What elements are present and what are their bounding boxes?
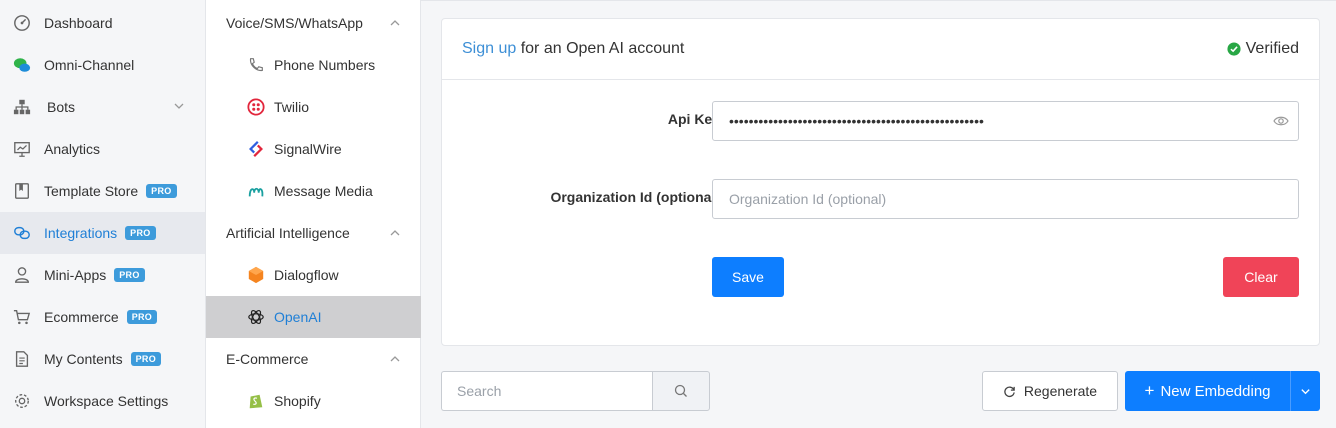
chevron-down-icon [1301, 388, 1310, 394]
twilio-logo-icon [246, 97, 266, 117]
chevron-up-icon [390, 356, 400, 362]
sidebar-item-integrations[interactable]: Integrations PRO [0, 212, 205, 254]
sidebar-item-label: Bots [47, 99, 76, 115]
openai-logo-icon [246, 307, 266, 327]
group-voice-sms-whatsapp[interactable]: Voice/SMS/WhatsApp [206, 2, 421, 44]
new-embedding-label: New Embedding [1160, 382, 1271, 400]
plus-icon: + [1144, 381, 1155, 400]
sidebar-item-label: My Contents [44, 351, 123, 367]
group-label: E-Commerce [226, 351, 309, 367]
clear-button[interactable]: Clear [1223, 257, 1299, 297]
phone-icon [246, 55, 266, 75]
subnav-item-message-media[interactable]: Message Media [206, 170, 421, 212]
check-circle-icon [1227, 42, 1241, 56]
search-button[interactable] [652, 371, 710, 411]
search-input[interactable] [441, 371, 653, 411]
subnav-item-phone-numbers[interactable]: Phone Numbers [206, 44, 421, 86]
sign-up-link[interactable]: Sign up [462, 40, 516, 57]
sidebar-item-label: Mini-Apps [44, 267, 107, 283]
sidebar-item-bots[interactable]: Bots [0, 86, 205, 128]
pro-badge: PRO [125, 226, 156, 240]
dialogflow-logo-icon [246, 265, 266, 285]
subnav-item-label: Shopify [274, 393, 321, 409]
dashboard-icon [12, 13, 32, 33]
group-label: Voice/SMS/WhatsApp [226, 15, 363, 31]
subnav-item-label: SignalWire [274, 141, 342, 157]
openai-settings-card: Sign up for an Open AI account Verified … [441, 18, 1320, 346]
search-group [441, 371, 710, 411]
shopify-logo-icon [246, 391, 266, 411]
main-sidebar: Dashboard Omni-Channel Bots Analytics Te… [0, 0, 206, 428]
pro-badge: PRO [126, 310, 158, 324]
chevron-down-icon [174, 103, 184, 109]
refresh-icon [1004, 385, 1015, 397]
group-label: Artificial Intelligence [226, 225, 350, 241]
api-key-input[interactable] [712, 101, 1299, 141]
subnav-item-label: Twilio [274, 99, 310, 115]
organization-id-input[interactable] [712, 179, 1299, 219]
sidebar-item-analytics[interactable]: Analytics [0, 128, 205, 170]
new-embedding-dropdown-toggle[interactable] [1291, 371, 1320, 411]
cart-icon [12, 307, 32, 327]
verified-label: Verified [1245, 40, 1299, 57]
main-content: Sign up for an Open AI account Verified … [421, 0, 1336, 428]
presentation-chart-icon [12, 139, 32, 159]
sidebar-item-label: Dashboard [44, 15, 113, 31]
card-title: Sign up for an Open AI account [462, 40, 684, 58]
sidebar-item-label: Ecommerce [44, 309, 119, 325]
subnav-item-openai[interactable]: OpenAI [206, 296, 421, 338]
group-e-commerce[interactable]: E-Commerce [206, 338, 421, 380]
top-divider [421, 0, 1336, 1]
search-icon [674, 384, 687, 397]
subnav-item-label: OpenAI [274, 309, 322, 325]
chevron-up-icon [390, 230, 400, 236]
integrations-subnav: Voice/SMS/WhatsApp Phone Numbers Twilio … [206, 0, 421, 428]
sidebar-item-label: Analytics [44, 141, 101, 157]
gear-icon [12, 391, 32, 411]
organization-id-label: Organization Id (optional) [550, 189, 720, 205]
subnav-item-label: Message Media [274, 183, 373, 199]
subnav-item-shopify[interactable]: Shopify [206, 380, 421, 422]
signalwire-logo-icon [246, 139, 266, 159]
new-embedding-button[interactable]: + New Embedding [1125, 371, 1291, 411]
sidebar-item-label: Workspace Settings [44, 393, 169, 409]
chevron-up-icon [390, 20, 400, 26]
org-chart-icon [12, 97, 32, 117]
pro-badge: PRO [114, 268, 145, 282]
save-button[interactable]: Save [712, 257, 784, 297]
subnav-item-twilio[interactable]: Twilio [206, 86, 421, 128]
subnav-item-label: Phone Numbers [274, 57, 376, 73]
link-icon [12, 223, 32, 243]
eye-icon[interactable] [1273, 113, 1289, 129]
verified-status: Verified [1227, 40, 1299, 58]
subnav-item-label: Dialogflow [274, 267, 339, 283]
chat-bubbles-icon [12, 55, 32, 75]
new-embedding-split-button: + New Embedding [1125, 371, 1320, 411]
sidebar-item-label: Omni-Channel [44, 57, 135, 73]
card-header: Sign up for an Open AI account Verified [442, 19, 1319, 80]
sidebar-item-workspace-settings[interactable]: Workspace Settings [0, 380, 205, 422]
sidebar-item-template-store[interactable]: Template Store PRO [0, 170, 205, 212]
pro-badge: PRO [130, 352, 161, 366]
document-icon [12, 349, 32, 369]
sidebar-item-ecommerce[interactable]: Ecommerce PRO [0, 296, 205, 338]
sidebar-item-label: Template Store [44, 183, 139, 199]
subnav-item-signalwire[interactable]: SignalWire [206, 128, 421, 170]
user-icon [12, 265, 32, 285]
sidebar-item-dashboard[interactable]: Dashboard [0, 2, 205, 44]
book-icon [12, 181, 32, 201]
sidebar-item-label: Integrations [44, 225, 118, 241]
sidebar-item-mini-apps[interactable]: Mini-Apps PRO [0, 254, 205, 296]
sidebar-item-my-contents[interactable]: My Contents PRO [0, 338, 205, 380]
regenerate-label: Regenerate [1023, 383, 1098, 399]
subnav-item-dialogflow[interactable]: Dialogflow [206, 254, 421, 296]
message-media-logo-icon [246, 181, 266, 201]
group-artificial-intelligence[interactable]: Artificial Intelligence [206, 212, 421, 254]
card-title-text: for an Open AI account [516, 40, 685, 57]
pro-badge: PRO [146, 184, 177, 198]
sidebar-item-omni-channel[interactable]: Omni-Channel [0, 44, 205, 86]
regenerate-button[interactable]: Regenerate [982, 371, 1118, 411]
